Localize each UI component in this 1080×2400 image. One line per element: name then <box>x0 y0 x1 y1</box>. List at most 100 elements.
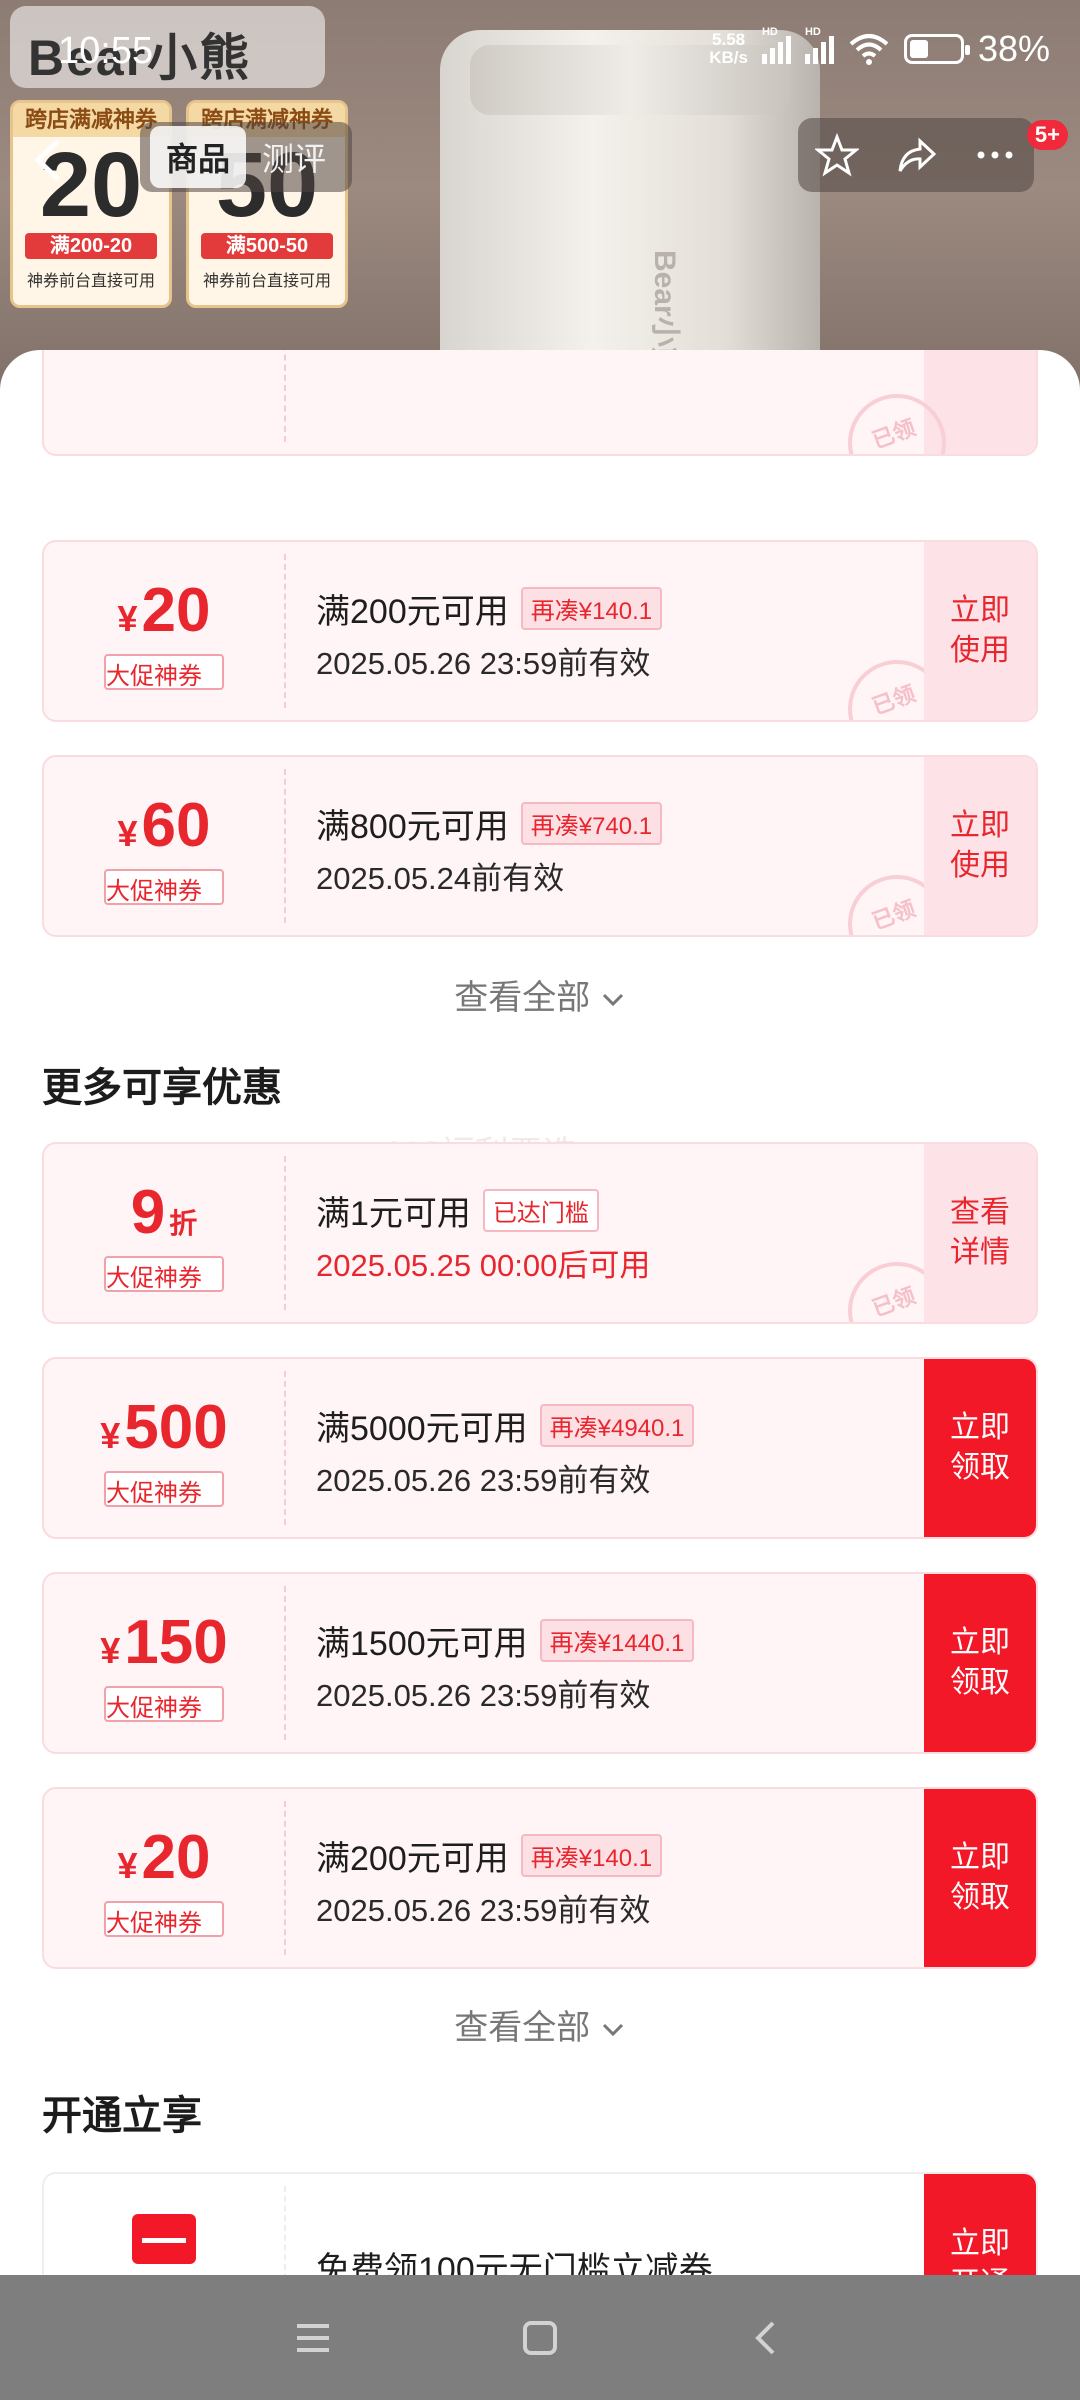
hd-label: HD <box>761 26 778 38</box>
coupon-condition: 满200元可用 <box>316 593 509 631</box>
tab-reviews[interactable]: 测评 <box>246 126 342 188</box>
coupon-condition-row: 满200元可用 再凑¥140.1 <box>316 584 663 633</box>
coupon-currency: ¥ <box>117 813 138 854</box>
coupon-currency: ¥ <box>100 1415 121 1456</box>
use-now-button[interactable]: 立即 使用 <box>924 542 1036 720</box>
promo-badge-condition: 满200-20 <box>25 233 157 259</box>
battery-icon <box>903 34 970 64</box>
coupon-unit: 折 <box>169 1208 198 1239</box>
view-all-button[interactable]: 查看全部 <box>0 2000 1080 2049</box>
coupon-expiry: 2025.05.26 23:59前有效 <box>316 1678 651 1713</box>
coupon-expiry: 2025.05.26 23:59前有效 <box>316 1893 651 1928</box>
coupon-chip: 再凑¥140.1 <box>520 1834 663 1877</box>
coupon-card: ¥20 大促神券 满200元可用 再凑¥140.1 2025.05.26 23:5… <box>42 540 1038 722</box>
back-icon <box>754 2321 775 2354</box>
signal-icon: HD <box>804 26 834 64</box>
home-icon <box>522 2320 557 2355</box>
coupon-tag: 大促神券 <box>104 869 224 905</box>
coupon-chip: 已达门槛 <box>482 1189 599 1232</box>
view-all-label: 查看全部 <box>454 2009 591 2047</box>
claim-now-button[interactable]: 立即 领取 <box>924 1789 1036 1967</box>
notification-badge: 5+ <box>1026 120 1068 150</box>
coupon-condition-row: 满200元可用 再凑¥140.1 <box>316 1831 663 1880</box>
view-details-button[interactable]: 查看 详情 <box>924 1144 1036 1322</box>
favorite-button[interactable] <box>810 128 864 182</box>
coupon-divider <box>284 350 286 442</box>
coupon-condition-row: 满800元可用 再凑¥740.1 <box>316 799 663 848</box>
use-now-button[interactable]: 立即 使用 <box>924 757 1036 935</box>
chevron-down-icon <box>602 2023 623 2037</box>
menu-icon <box>297 2323 330 2352</box>
coupon-condition: 满5000元可用 <box>316 1410 528 1448</box>
network-speed-unit: KB/s <box>709 48 748 67</box>
coupon-chip: 再凑¥740.1 <box>520 802 663 845</box>
claim-now-button[interactable]: 立即 领取 <box>924 1574 1036 1752</box>
back-button[interactable] <box>28 135 78 185</box>
signal-icon: HD <box>761 26 791 64</box>
network-speed: 5.58 KB/s <box>709 31 748 67</box>
coupon-condition: 满1500元可用 <box>316 1625 528 1663</box>
nav-tools <box>798 118 1034 192</box>
coupon-divider <box>284 1371 286 1525</box>
coupon-value: 150 <box>124 1608 228 1677</box>
promo-badge-foot: 神券前台直接可用 <box>202 273 331 290</box>
back-nav-button[interactable] <box>737 2308 797 2368</box>
coupon-condition-row: 满1元可用 已达门槛 <box>316 1186 599 1235</box>
coupon-amount: 9折 <box>44 1180 284 1257</box>
coupon-card: ¥500 大促神券 满5000元可用 再凑¥4940.1 2025.05.26 2… <box>42 1357 1038 1539</box>
coupon-value: 20 <box>141 576 211 645</box>
system-nav-bar <box>0 2275 1080 2400</box>
coupon-tag: 大促神券 <box>104 1901 224 1937</box>
coupon-currency: ¥ <box>100 1630 121 1671</box>
coupon-divider <box>284 1586 286 1740</box>
coupon-card: ¥20 大促神券 满200元可用 再凑¥140.1 2025.05.26 23:5… <box>42 1787 1038 1969</box>
claim-now-button[interactable]: 立即 领取 <box>924 1359 1036 1537</box>
status-time: 10:55 <box>58 30 154 72</box>
menu-button[interactable] <box>283 2308 343 2368</box>
share-icon <box>898 137 937 172</box>
section-title-open: 开通立享 <box>42 2094 202 2138</box>
coupon-expiry: 2025.05.25 00:00后可用 <box>316 1248 651 1283</box>
view-all-button[interactable]: 查看全部 <box>0 970 1080 1019</box>
coupon-divider <box>284 1156 286 1310</box>
coupon-divider <box>284 554 286 708</box>
coupon-value: 60 <box>141 791 211 860</box>
coupon-condition-row: 满5000元可用 再凑¥4940.1 <box>316 1401 695 1450</box>
coupon-chip: 再凑¥4940.1 <box>539 1404 695 1447</box>
coupon-chip: 再凑¥140.1 <box>520 587 663 630</box>
status-indicators: 5.58 KB/s HD HD 38% <box>709 26 1050 70</box>
coupon-expiry: 2025.05.26 23:59前有效 <box>316 1463 651 1498</box>
star-icon <box>815 133 860 177</box>
network-speed-value: 5.58 <box>712 30 746 49</box>
coupon-amount: ¥150 <box>44 1610 284 1684</box>
coupon-currency: ¥ <box>117 1845 138 1886</box>
section-title-more: 更多可享优惠 <box>42 1066 282 1110</box>
coupon-chip: 再凑¥1440.1 <box>539 1619 695 1662</box>
status-bar: 10:55 5.58 KB/s HD HD 38% <box>0 0 1080 100</box>
coupon-value: 9 <box>130 1178 166 1247</box>
offers-sheet: 优惠 已领 ¥20 大促神券 满200元可用再凑¥140.1 2025.05.2… <box>0 350 1080 2275</box>
promo-badge-condition: 满500-50 <box>201 233 333 259</box>
coupon-tag: 大促神券 <box>104 1471 224 1507</box>
coupon-condition: 满1元可用 <box>316 1195 471 1233</box>
wifi-icon <box>849 34 889 65</box>
chevron-left-icon <box>34 139 60 181</box>
coupon-amount: ¥20 <box>44 578 284 652</box>
product-nav-tabs: 商品 测评 <box>140 122 353 192</box>
coupon-expiry: 2025.05.26 23:59前有效 <box>316 646 651 681</box>
coupon-card: 9折 大促神券 满1元可用 已达门槛 2025.05.25 00:00后可用 已领… <box>42 1142 1038 1324</box>
promo-badge-foot: 神券前台直接可用 <box>26 273 155 290</box>
coupon-condition: 满800元可用 <box>316 808 509 846</box>
coupon-condition-row: 满1500元可用 再凑¥1440.1 <box>316 1616 695 1665</box>
coupon-currency: ¥ <box>117 598 138 639</box>
view-all-label: 查看全部 <box>454 979 591 1017</box>
coupon-value: 500 <box>124 1393 228 1462</box>
coupon-card: ¥60 大促神券 满800元可用 再凑¥740.1 2025.05.24前有效 已… <box>42 755 1038 937</box>
coupon-tag: 大促神券 <box>104 1256 224 1292</box>
home-button[interactable] <box>510 2308 570 2368</box>
share-button[interactable] <box>889 128 943 182</box>
coupon-value: 20 <box>141 1823 211 1892</box>
tab-product[interactable]: 商品 <box>150 126 247 188</box>
more-button[interactable] <box>968 128 1022 182</box>
coupon-divider <box>284 1801 286 1955</box>
